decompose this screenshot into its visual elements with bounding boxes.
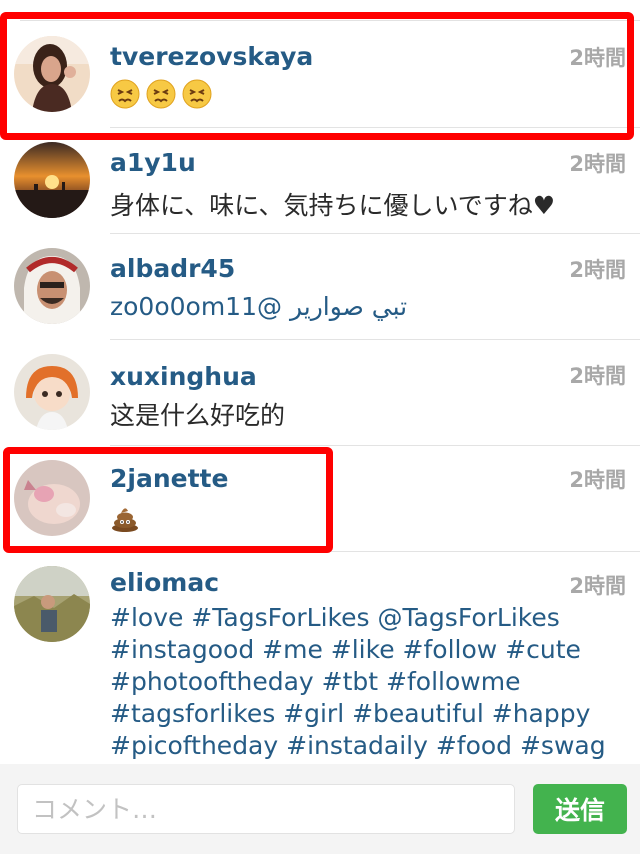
avatar[interactable]: [14, 354, 90, 430]
comment-username[interactable]: eliomac: [110, 568, 219, 597]
comment-text: 这是什么好吃的: [110, 401, 286, 430]
highlight-box: [3, 447, 333, 553]
comment-text: 身体に、味に、気持ちに優しいですね♥: [110, 191, 556, 220]
hashtag-line[interactable]: #photooftheday #tbt #followme: [110, 666, 630, 698]
comment-item: eliomac 2時間 #love #TagsForLikes @TagsFor…: [0, 552, 640, 764]
comment-input[interactable]: [17, 784, 515, 834]
hashtag-line[interactable]: #love #TagsForLikes @TagsForLikes: [110, 602, 630, 634]
comment-item: xuxinghua 2時間 这是什么好吃的: [0, 340, 640, 446]
comment-timestamp: 2時間: [569, 468, 626, 492]
hashtag-line[interactable]: #tagsforlikes #girl #beautiful #happy: [110, 698, 630, 730]
avatar[interactable]: [14, 566, 90, 642]
comment-username[interactable]: xuxinghua: [110, 362, 257, 391]
avatar[interactable]: [14, 142, 90, 218]
comment-item: albadr45 2時間 zo0o0om11@ تبي صوارير: [0, 234, 640, 340]
highlight-box: [0, 12, 634, 140]
comment-text: zo0o0om11@ تبي صوارير: [110, 292, 408, 321]
comment-item: a1y1u 2時間 身体に、味に、気持ちに優しいですね♥: [0, 128, 640, 234]
comment-timestamp: 2時間: [569, 258, 626, 282]
comment-composer: 送信: [0, 764, 640, 854]
hashtag-line[interactable]: #picoftheday #instadaily #food #swag: [110, 730, 630, 762]
comment-hashtags: #love #TagsForLikes @TagsForLikes #insta…: [110, 602, 630, 762]
comment-username[interactable]: albadr45: [110, 254, 235, 283]
avatar[interactable]: [14, 248, 90, 324]
hashtag-line[interactable]: #instagood #me #like #follow #cute: [110, 634, 630, 666]
send-button[interactable]: 送信: [533, 784, 627, 834]
comment-timestamp: 2時間: [569, 364, 626, 388]
comment-username[interactable]: a1y1u: [110, 148, 196, 177]
comment-timestamp: 2時間: [569, 152, 626, 176]
comment-timestamp: 2時間: [569, 574, 626, 598]
